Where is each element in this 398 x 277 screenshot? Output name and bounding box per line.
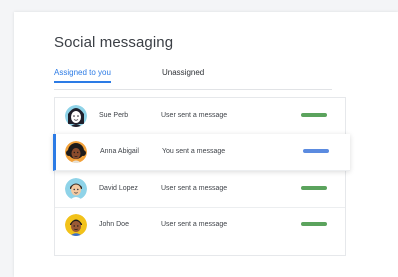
man-avatar-icon <box>65 178 87 200</box>
conversation-row-selected[interactable]: Anna Abigail You sent a message <box>53 134 350 171</box>
conversation-row[interactable]: Sue Perb User sent a message <box>55 98 345 135</box>
message-preview: You sent a message <box>162 148 226 155</box>
contact-name: John Doe <box>99 221 129 228</box>
tab-assigned-to-you[interactable]: Assigned to you <box>54 68 111 83</box>
tab-unassigned[interactable]: Unassigned <box>162 68 204 83</box>
message-preview: User sent a message <box>161 221 228 228</box>
conversation-list: Sue Perb User sent a message Anna Abigai… <box>53 97 350 256</box>
conversation-row[interactable]: John Doe User sent a message <box>55 207 345 243</box>
status-indicator <box>303 149 329 153</box>
status-indicator <box>301 222 327 226</box>
message-preview: User sent a message <box>161 112 228 119</box>
tab-divider <box>54 89 332 90</box>
woman-curly-hair-avatar-icon <box>65 141 87 163</box>
status-indicator <box>301 186 327 190</box>
conversation-row[interactable]: David Lopez User sent a message <box>55 171 345 208</box>
message-preview: User sent a message <box>161 185 228 192</box>
social-messaging-card: Social messaging Assigned to you Unassig… <box>14 12 398 277</box>
page-title: Social messaging <box>54 34 174 51</box>
tab-bar: Assigned to you Unassigned <box>54 68 332 90</box>
woman-avatar-icon <box>65 105 87 127</box>
contact-name: David Lopez <box>99 185 138 192</box>
man-dark-hair-avatar-icon <box>65 214 87 236</box>
status-indicator <box>301 113 327 117</box>
contact-name: Sue Perb <box>99 112 129 119</box>
contact-name: Anna Abigail <box>100 148 139 155</box>
